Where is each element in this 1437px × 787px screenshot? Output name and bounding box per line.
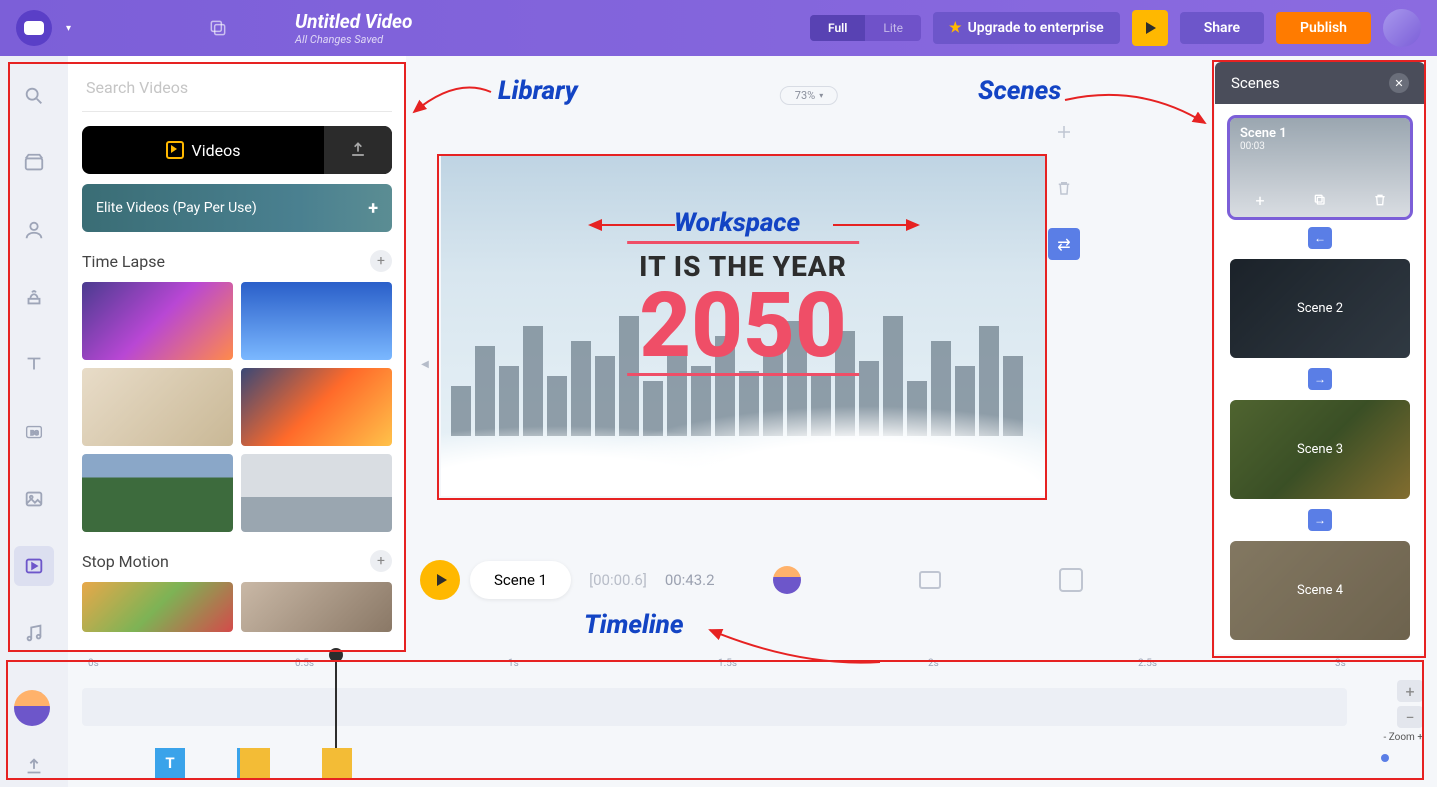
video-thumbnail[interactable] bbox=[82, 454, 233, 532]
section-time-lapse: Time Lapse bbox=[82, 252, 165, 271]
upgrade-button[interactable]: Upgrade to enterprise bbox=[933, 12, 1120, 44]
current-scene-chip[interactable]: Scene 1 bbox=[470, 561, 571, 599]
timeline-track-icon[interactable] bbox=[14, 690, 50, 726]
scene-card-3[interactable]: Scene 3 bbox=[1230, 400, 1410, 499]
zoom-indicator[interactable]: 73% bbox=[780, 86, 838, 105]
zoom-in-button[interactable]: + bbox=[1397, 680, 1423, 702]
scene-transition-button[interactable]: → bbox=[1308, 368, 1332, 390]
canvas-text-line2[interactable]: 2050 bbox=[627, 283, 859, 376]
timeline-camera-icon[interactable] bbox=[1059, 568, 1083, 592]
logo-chevron-icon[interactable]: ▾ bbox=[66, 23, 71, 34]
add-element-button[interactable] bbox=[1048, 116, 1080, 148]
annotation-scenes-label: Scenes bbox=[978, 76, 1061, 106]
zoom-out-button[interactable]: − bbox=[1397, 706, 1423, 728]
scenes-panel-title: Scenes bbox=[1231, 74, 1280, 92]
annotation-workspace-label: Workspace bbox=[674, 208, 800, 238]
audio-tool-icon[interactable] bbox=[14, 614, 54, 653]
app-logo[interactable] bbox=[16, 10, 52, 46]
left-tool-rail: BG bbox=[0, 56, 68, 787]
scene-transition-button[interactable]: → bbox=[1308, 509, 1332, 531]
delete-element-button[interactable] bbox=[1048, 172, 1080, 204]
expand-section-button[interactable]: + bbox=[370, 550, 392, 572]
scenes-panel: Scenes ✕ Scene 100:03 + ← Scene 2 → Scen… bbox=[1215, 62, 1425, 654]
timeline-character-icon[interactable] bbox=[773, 566, 801, 594]
scene-card-4[interactable]: Scene 4 bbox=[1230, 541, 1410, 640]
swap-scene-button[interactable]: ⇄ bbox=[1048, 228, 1080, 260]
library-search-input[interactable] bbox=[82, 70, 392, 105]
video-icon bbox=[166, 141, 184, 159]
timeline-clip[interactable] bbox=[322, 748, 352, 778]
background-tool-icon[interactable]: BG bbox=[14, 412, 54, 451]
text-tool-icon[interactable] bbox=[14, 345, 54, 384]
timeline-total-time: 00:43.2 bbox=[665, 571, 715, 589]
props-tool-icon[interactable] bbox=[14, 278, 54, 317]
video-thumbnail[interactable] bbox=[82, 582, 233, 632]
scene-card-1[interactable]: Scene 100:03 + bbox=[1230, 118, 1410, 217]
workspace-area: 73% ◀ IT IS THE YEAR 2050 ⇄ bbox=[406, 56, 1212, 566]
svg-text:BG: BG bbox=[30, 428, 38, 436]
zoom-slider-handle[interactable] bbox=[1381, 754, 1389, 762]
duplicate-scene-icon[interactable] bbox=[1309, 189, 1331, 211]
publish-button[interactable]: Publish bbox=[1276, 12, 1371, 44]
close-scenes-icon[interactable]: ✕ bbox=[1389, 73, 1409, 93]
expand-section-button[interactable]: + bbox=[370, 250, 392, 272]
preview-play-button[interactable] bbox=[1132, 10, 1168, 46]
share-button[interactable]: Share bbox=[1180, 12, 1264, 44]
timeline-ruler[interactable]: 0s 0.5s 1s 1.5s 2s 2.5s 3s bbox=[70, 658, 1425, 678]
upload-video-button[interactable] bbox=[324, 126, 392, 174]
plus-icon: + bbox=[368, 198, 378, 219]
editor-mode-toggle[interactable]: Full Lite bbox=[810, 15, 921, 41]
project-title[interactable]: Untitled Video bbox=[295, 10, 412, 33]
timeline-track[interactable] bbox=[82, 688, 1347, 726]
elite-videos-row[interactable]: Elite Videos (Pay Per Use) + bbox=[82, 184, 392, 232]
annotation-library-label: Library bbox=[498, 76, 578, 106]
video-thumbnail[interactable] bbox=[241, 282, 392, 360]
character-tool-icon[interactable] bbox=[14, 210, 54, 249]
image-tool-icon[interactable] bbox=[14, 479, 54, 518]
delete-scene-icon[interactable] bbox=[1369, 189, 1391, 211]
mode-full[interactable]: Full bbox=[810, 15, 865, 41]
upload-tool-icon[interactable] bbox=[14, 748, 54, 787]
video-thumbnail[interactable] bbox=[82, 368, 233, 446]
timeline-play-button[interactable] bbox=[420, 560, 460, 600]
duplicate-icon[interactable] bbox=[203, 13, 233, 43]
timeline-clip[interactable] bbox=[240, 748, 270, 778]
project-title-block: Untitled Video All Changes Saved bbox=[295, 10, 412, 46]
timeline-zoom-controls: + − bbox=[1397, 680, 1423, 728]
scene-card-2[interactable]: Scene 2 bbox=[1230, 259, 1410, 358]
scenes-tool-icon[interactable] bbox=[14, 143, 54, 182]
timeline-scene-icon[interactable] bbox=[919, 571, 941, 589]
timeline-current-time: [00:00.6] bbox=[589, 571, 647, 589]
video-thumbnail[interactable] bbox=[241, 454, 392, 532]
mode-lite[interactable]: Lite bbox=[865, 15, 921, 41]
save-status: All Changes Saved bbox=[295, 33, 412, 46]
collapse-library-icon[interactable]: ◀ bbox=[419, 344, 431, 384]
video-thumbnail[interactable] bbox=[82, 282, 233, 360]
app-header: ▾ Untitled Video All Changes Saved Full … bbox=[0, 0, 1437, 56]
add-scene-icon[interactable]: + bbox=[1249, 189, 1271, 211]
zoom-label: Zoom bbox=[1384, 732, 1423, 743]
search-icon[interactable] bbox=[14, 76, 54, 115]
user-avatar[interactable] bbox=[1383, 9, 1421, 47]
scene-transition-button[interactable]: ← bbox=[1308, 227, 1332, 249]
video-tool-icon[interactable] bbox=[14, 546, 54, 585]
library-panel: Videos Elite Videos (Pay Per Use) + Time… bbox=[68, 56, 406, 651]
timeline-controls: Scene 1 [00:00.6] 00:43.2 bbox=[420, 560, 1210, 600]
videos-tab[interactable]: Videos bbox=[82, 126, 392, 174]
section-stop-motion: Stop Motion bbox=[82, 552, 169, 571]
video-thumbnail[interactable] bbox=[241, 368, 392, 446]
video-thumbnail[interactable] bbox=[241, 582, 392, 632]
canvas-stage[interactable]: IT IS THE YEAR 2050 bbox=[441, 156, 1045, 496]
annotation-timeline-label: Timeline bbox=[584, 610, 684, 640]
timeline-text-clip[interactable]: T bbox=[155, 748, 185, 778]
